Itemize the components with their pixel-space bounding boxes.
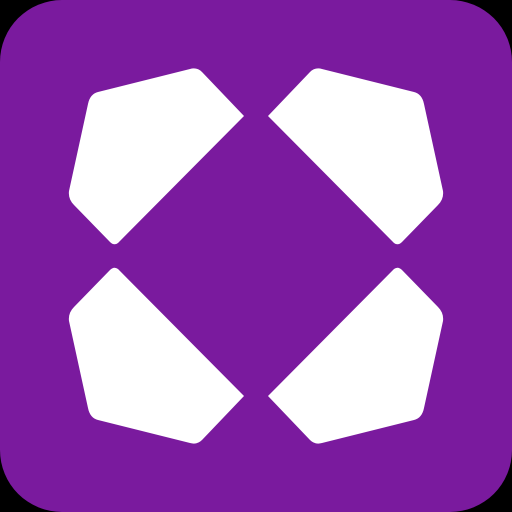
app-icon[interactable] bbox=[0, 0, 512, 512]
app-logo-icon bbox=[0, 0, 512, 512]
icon-background bbox=[0, 0, 512, 512]
